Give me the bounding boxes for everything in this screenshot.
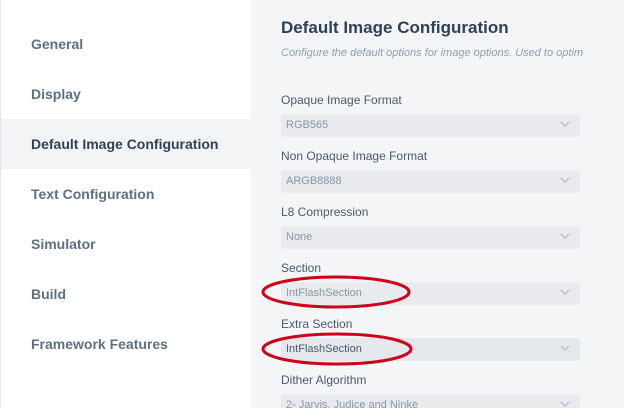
extra-section-select[interactable]: IntFlashSection xyxy=(281,338,580,361)
select-value: ARGB8888 xyxy=(286,175,342,187)
section-select[interactable]: IntFlashSection xyxy=(281,282,580,305)
extra-section-label: Extra Section xyxy=(281,317,353,331)
select-value: RGB565 xyxy=(286,119,329,131)
sidebar-item-general[interactable]: General xyxy=(1,19,251,69)
opaque-image-format-select[interactable]: RGB565 xyxy=(281,114,580,137)
chevron-down-icon xyxy=(560,121,570,127)
sidebar-item-label: Build xyxy=(31,286,66,302)
app-window: General Display Default Image Configurat… xyxy=(0,0,624,408)
chevron-down-icon xyxy=(560,401,570,407)
select-value: None xyxy=(286,231,313,243)
sidebar-item-label: Text Configuration xyxy=(31,186,155,202)
chevron-down-icon xyxy=(560,233,570,239)
sidebar-item-text-configuration[interactable]: Text Configuration xyxy=(1,169,251,219)
main-panel: Default Image Configuration Configure th… xyxy=(251,0,624,408)
dither-algorithm-label: Dither Algorithm xyxy=(281,373,367,387)
sidebar-item-framework-features[interactable]: Framework Features xyxy=(1,319,251,369)
sidebar-item-display[interactable]: Display xyxy=(1,69,251,119)
non-opaque-image-format-label: Non Opaque Image Format xyxy=(281,149,428,163)
section-label: Section xyxy=(281,261,322,275)
non-opaque-image-format-select[interactable]: ARGB8888 xyxy=(281,170,580,193)
sidebar: General Display Default Image Configurat… xyxy=(0,0,251,408)
sidebar-item-label: Display xyxy=(31,86,81,102)
chevron-down-icon xyxy=(560,177,570,183)
sidebar-item-simulator[interactable]: Simulator xyxy=(1,219,251,269)
l8-compression-label: L8 Compression xyxy=(281,205,369,219)
sidebar-item-label: Default Image Configuration xyxy=(31,136,219,152)
chevron-down-icon xyxy=(560,289,570,295)
sidebar-item-label: Framework Features xyxy=(31,336,168,352)
sidebar-item-build[interactable]: Build xyxy=(1,269,251,319)
l8-compression-select[interactable]: None xyxy=(281,226,580,249)
sidebar-item-label: General xyxy=(31,36,84,52)
dither-algorithm-select[interactable]: 2- Jarvis, Judice and Ninke xyxy=(281,394,580,408)
chevron-down-icon xyxy=(560,345,570,351)
page-description: Configure the default options for image … xyxy=(281,47,584,59)
opaque-image-format-label: Opaque Image Format xyxy=(281,93,402,107)
sidebar-item-label: Simulator xyxy=(31,236,96,252)
select-value: 2- Jarvis, Judice and Ninke xyxy=(286,399,419,408)
sidebar-item-default-image-configuration[interactable]: Default Image Configuration xyxy=(1,119,251,169)
select-value: IntFlashSection xyxy=(286,287,362,299)
select-value: IntFlashSection xyxy=(286,343,362,355)
page-title: Default Image Configuration xyxy=(281,18,509,37)
